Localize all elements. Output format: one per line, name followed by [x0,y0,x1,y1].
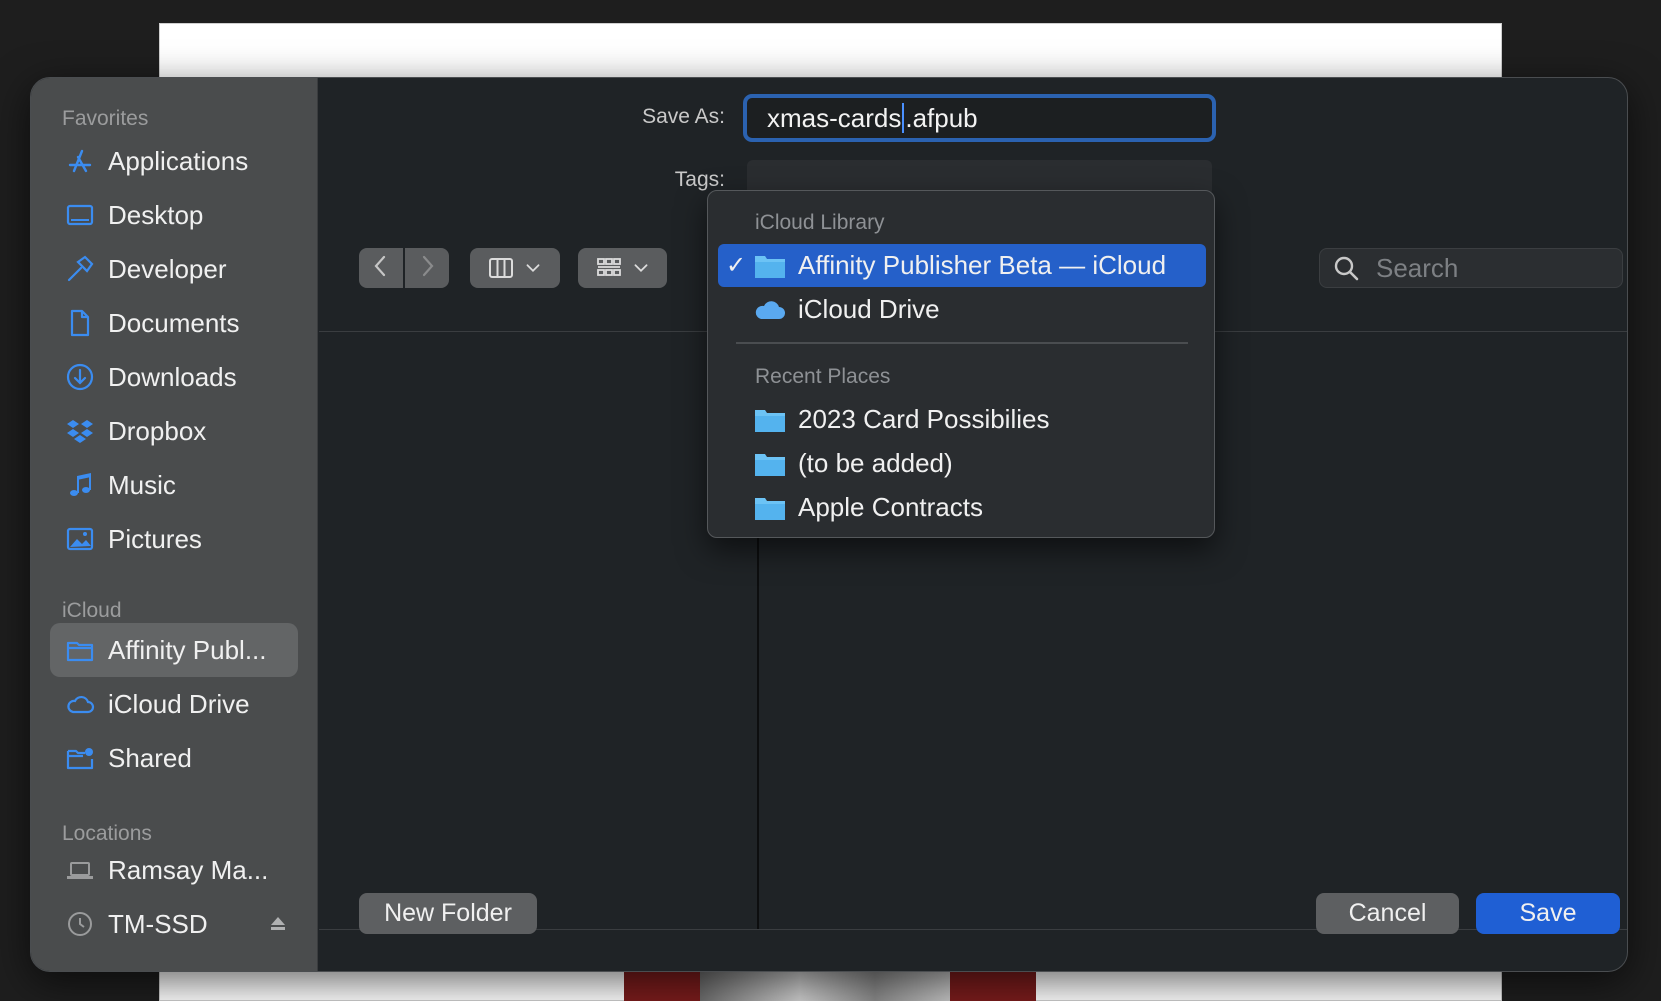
dropbox-icon [64,415,96,447]
popup-section-recent-places: Recent Places [755,365,891,388]
sidebar-item-documents[interactable]: Documents [50,296,298,350]
popup-item-label: iCloud Drive [798,294,940,324]
popup-item-apple-contracts[interactable]: Apple Contracts [718,486,1206,529]
sidebar-item-label: iCloud Drive [108,688,250,719]
sidebar-item-tm-ssd[interactable]: TM-SSD [50,897,298,951]
cloud-icon [755,300,785,319]
filename-text: xmas-cards [767,102,902,133]
back-button[interactable] [359,248,403,288]
search-icon [1332,254,1376,282]
sidebar-item-ramsay-mac[interactable]: Ramsay Ma... [50,843,298,897]
sidebar-item-icloud-drive[interactable]: iCloud Drive [50,677,298,731]
sidebar-item-label: Desktop [108,199,204,230]
save-button[interactable]: Save [1476,893,1620,934]
new-folder-button[interactable]: New Folder [359,893,537,934]
filename-extension-text: .afpub [905,102,978,133]
sidebar-item-desktop[interactable]: Desktop [50,188,298,242]
sidebar-item-downloads[interactable]: Downloads [50,350,298,404]
folder-icon [755,497,785,520]
sidebar-item-label: Affinity Publ... [108,634,267,665]
columns-view-icon [488,255,514,281]
sidebar-item-label: TM-SSD [108,908,208,939]
folder-icon [755,453,785,476]
sidebar-item-label: Pictures [108,523,202,554]
checkmark-icon: ✓ [725,252,747,279]
save-as-input[interactable]: xmas-cards .afpub [743,94,1216,142]
save-as-label: Save As: [642,105,725,128]
tags-label: Tags: [674,168,725,191]
chevron-down-icon [632,259,650,277]
laptop-icon [64,854,96,886]
download-icon [64,361,96,393]
popup-item-icloud-drive[interactable]: iCloud Drive [718,288,1206,331]
sidebar-item-label: Downloads [108,361,237,392]
folder-icon [64,634,96,666]
location-popup-menu: iCloud Library ✓ Affinity Publisher Beta… [707,190,1215,538]
background-card-artwork [624,972,1036,1001]
chevron-down-icon [524,259,542,277]
popup-separator [736,342,1188,344]
hammer-icon [64,253,96,285]
forward-button[interactable] [405,248,449,288]
popup-item-affinity-publisher-beta[interactable]: ✓ Affinity Publisher Beta — iCloud [718,244,1206,287]
sidebar-item-music[interactable]: Music [50,458,298,512]
eject-icon[interactable] [268,914,288,934]
sidebar-item-applications[interactable]: Applications [50,134,298,188]
popup-item-2023-card-possibilies[interactable]: 2023 Card Possibilies [718,398,1206,441]
group-by-button[interactable] [578,248,667,288]
sidebar-item-label: Shared [108,742,192,773]
applications-icon [64,145,96,177]
sidebar-item-pictures[interactable]: Pictures [50,512,298,566]
sidebar-item-label: Applications [108,145,249,176]
sidebar-item-affinity-publisher[interactable]: Affinity Publ... [50,623,298,677]
search-placeholder: Search [1376,252,1459,283]
popup-item-to-be-added[interactable]: (to be added) [718,442,1206,485]
desktop-icon [64,199,96,231]
sidebar-item-label: Developer [108,253,227,284]
sidebar-item-label: Documents [108,307,240,338]
cancel-button[interactable]: Cancel [1316,893,1459,934]
sidebar-item-label: Music [108,469,176,500]
cloud-icon [64,688,96,720]
popup-item-label: Apple Contracts [798,492,983,522]
shared-folder-icon [64,742,96,774]
music-note-icon [64,469,96,501]
folder-icon [755,255,785,278]
popup-item-label: 2023 Card Possibilies [798,404,1050,434]
document-icon [64,307,96,339]
time-machine-icon [64,908,96,940]
chevron-right-icon [414,253,440,284]
sidebar: Favorites Applications Desktop Developer… [31,78,318,971]
sidebar-item-developer[interactable]: Developer [50,242,298,296]
text-caret [902,103,905,133]
sidebar-section-favorites: Favorites [62,107,149,130]
sidebar-section-icloud: iCloud [62,599,122,622]
search-field[interactable]: Search [1319,248,1623,288]
sidebar-item-shared[interactable]: Shared [50,731,298,785]
popup-section-icloud-library: iCloud Library [755,211,885,234]
sidebar-item-dropbox[interactable]: Dropbox [50,404,298,458]
popup-item-label: Affinity Publisher Beta — iCloud [798,250,1167,280]
folder-icon [755,409,785,432]
chevron-left-icon [368,253,394,284]
grid-icon [596,255,622,281]
popup-item-label: (to be added) [798,448,953,478]
sidebar-item-label: Dropbox [108,415,207,446]
pictures-icon [64,523,96,555]
sidebar-item-label: Ramsay Ma... [108,854,269,885]
view-mode-button[interactable] [470,248,560,288]
